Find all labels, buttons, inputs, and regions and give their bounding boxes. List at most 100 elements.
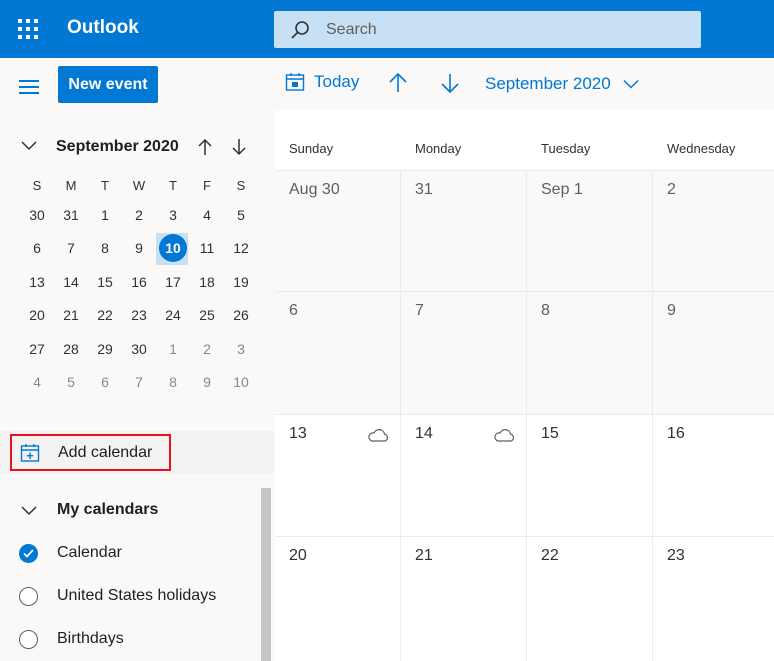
- chevron-down-icon[interactable]: [20, 140, 38, 152]
- mini-week-row: 27 28 29 30 1 2 3: [20, 332, 258, 366]
- mini-day[interactable]: 2: [122, 198, 156, 232]
- mini-day[interactable]: 5: [224, 198, 258, 232]
- mini-day[interactable]: 31: [54, 198, 88, 232]
- mini-week-row: 20 21 22 23 24 25 26: [20, 299, 258, 333]
- weekday-header-row: Sunday Monday Tuesday Wednesday: [275, 110, 774, 170]
- day-cell[interactable]: 23: [653, 537, 774, 661]
- mini-day[interactable]: 29: [88, 332, 122, 366]
- day-cell[interactable]: 31: [401, 171, 527, 291]
- day-number: Aug 30: [289, 181, 340, 198]
- mini-day[interactable]: 4: [20, 366, 54, 400]
- mini-day[interactable]: 4: [190, 198, 224, 232]
- mini-weekday: F: [203, 177, 211, 193]
- mini-day[interactable]: 16: [122, 265, 156, 299]
- mini-day[interactable]: 24: [156, 299, 190, 333]
- mini-day[interactable]: 7: [122, 366, 156, 400]
- day-cell[interactable]: 8: [527, 292, 653, 414]
- previous-arrow-icon[interactable]: [388, 73, 408, 93]
- app-launcher-icon[interactable]: [18, 19, 38, 39]
- checked-circle-icon[interactable]: [19, 543, 38, 563]
- chevron-down-icon[interactable]: [20, 505, 38, 517]
- mini-day[interactable]: 3: [156, 198, 190, 232]
- mini-day[interactable]: 1: [88, 198, 122, 232]
- new-event-button[interactable]: New event: [58, 66, 158, 103]
- mini-day[interactable]: 13: [20, 265, 54, 299]
- mini-day[interactable]: 14: [54, 265, 88, 299]
- mini-day[interactable]: 15: [88, 265, 122, 299]
- mini-day[interactable]: 19: [224, 265, 258, 299]
- mini-day[interactable]: 2: [190, 332, 224, 366]
- mini-week-row: 4 5 6 7 8 9 10: [20, 366, 258, 400]
- mini-day[interactable]: 20: [20, 299, 54, 333]
- mini-day[interactable]: 5: [54, 366, 88, 400]
- search-input[interactable]: [326, 11, 686, 48]
- day-cell[interactable]: 6: [275, 292, 401, 414]
- mini-day[interactable]: 3: [224, 332, 258, 366]
- mini-day[interactable]: 6: [20, 232, 54, 266]
- mini-calendar-grid: S M T W T F S 30 31 1 2 3 4 5 6 7 8 9 10 11 12 13 14 15 1…: [20, 172, 258, 399]
- mini-day[interactable]: 22: [88, 299, 122, 333]
- mini-day[interactable]: 23: [122, 299, 156, 333]
- mini-day[interactable]: 10: [224, 366, 258, 400]
- day-number: 13: [289, 425, 307, 442]
- mini-calendar-title[interactable]: September 2020: [56, 138, 179, 156]
- mini-day[interactable]: 30: [122, 332, 156, 366]
- mini-day[interactable]: 27: [20, 332, 54, 366]
- day-cell[interactable]: 16: [653, 415, 774, 536]
- mini-day[interactable]: 21: [54, 299, 88, 333]
- mini-day[interactable]: 18: [190, 265, 224, 299]
- next-month-icon[interactable]: [231, 138, 247, 156]
- calendar-item-us-holidays[interactable]: United States holidays: [0, 581, 260, 611]
- mini-day-today[interactable]: 10: [156, 232, 190, 266]
- mini-day[interactable]: 7: [54, 232, 88, 266]
- week-row: 20 21 22 23: [275, 536, 774, 661]
- hamburger-icon[interactable]: [19, 80, 39, 94]
- add-calendar-button[interactable]: Add calendar: [10, 434, 171, 471]
- mini-day[interactable]: 8: [156, 366, 190, 400]
- mini-day[interactable]: 9: [122, 232, 156, 266]
- today-button[interactable]: Today: [285, 72, 359, 92]
- mini-day[interactable]: 12: [224, 232, 258, 266]
- month-selector[interactable]: September 2020: [485, 74, 639, 94]
- mini-day[interactable]: 11: [190, 232, 224, 266]
- my-calendars-header[interactable]: My calendars: [0, 498, 260, 524]
- my-calendars-title: My calendars: [57, 501, 159, 518]
- top-bar: Outlook: [0, 0, 774, 58]
- day-cell[interactable]: 21: [401, 537, 527, 661]
- search-box[interactable]: [274, 11, 701, 48]
- calendar-item-birthdays[interactable]: Birthdays: [0, 624, 260, 654]
- mini-day[interactable]: 8: [88, 232, 122, 266]
- day-cell[interactable]: 2: [653, 171, 774, 291]
- day-cell[interactable]: 20: [275, 537, 401, 661]
- mini-day[interactable]: 17: [156, 265, 190, 299]
- day-cell[interactable]: 9: [653, 292, 774, 414]
- mini-weekday: S: [32, 177, 42, 193]
- mini-day[interactable]: 25: [190, 299, 224, 333]
- day-cell[interactable]: 7: [401, 292, 527, 414]
- day-cell[interactable]: 13: [275, 415, 401, 536]
- unchecked-circle-icon[interactable]: [19, 629, 38, 649]
- app-title[interactable]: Outlook: [67, 17, 139, 39]
- mini-day[interactable]: 6: [88, 366, 122, 400]
- day-number: 21: [415, 547, 433, 564]
- mini-day[interactable]: 1: [156, 332, 190, 366]
- mini-day[interactable]: 26: [224, 299, 258, 333]
- cloud-icon: [368, 429, 389, 442]
- mini-day[interactable]: 30: [20, 198, 54, 232]
- previous-month-icon[interactable]: [197, 138, 213, 156]
- calendar-item-calendar[interactable]: Calendar: [0, 538, 260, 568]
- left-pane-scrollbar[interactable]: [261, 488, 271, 661]
- day-cell[interactable]: 15: [527, 415, 653, 536]
- day-cell[interactable]: 22: [527, 537, 653, 661]
- day-cell[interactable]: Sep 1: [527, 171, 653, 291]
- mini-day[interactable]: 28: [54, 332, 88, 366]
- day-number: 2: [667, 181, 676, 198]
- mini-weekday: W: [132, 177, 146, 193]
- unchecked-circle-icon[interactable]: [19, 586, 38, 606]
- day-cell[interactable]: 14: [401, 415, 527, 536]
- chevron-down-icon: [623, 79, 639, 89]
- next-arrow-icon[interactable]: [440, 73, 460, 93]
- mini-day[interactable]: 9: [190, 366, 224, 400]
- mini-calendar-header: September 2020: [0, 134, 274, 160]
- day-cell[interactable]: Aug 30: [275, 171, 401, 291]
